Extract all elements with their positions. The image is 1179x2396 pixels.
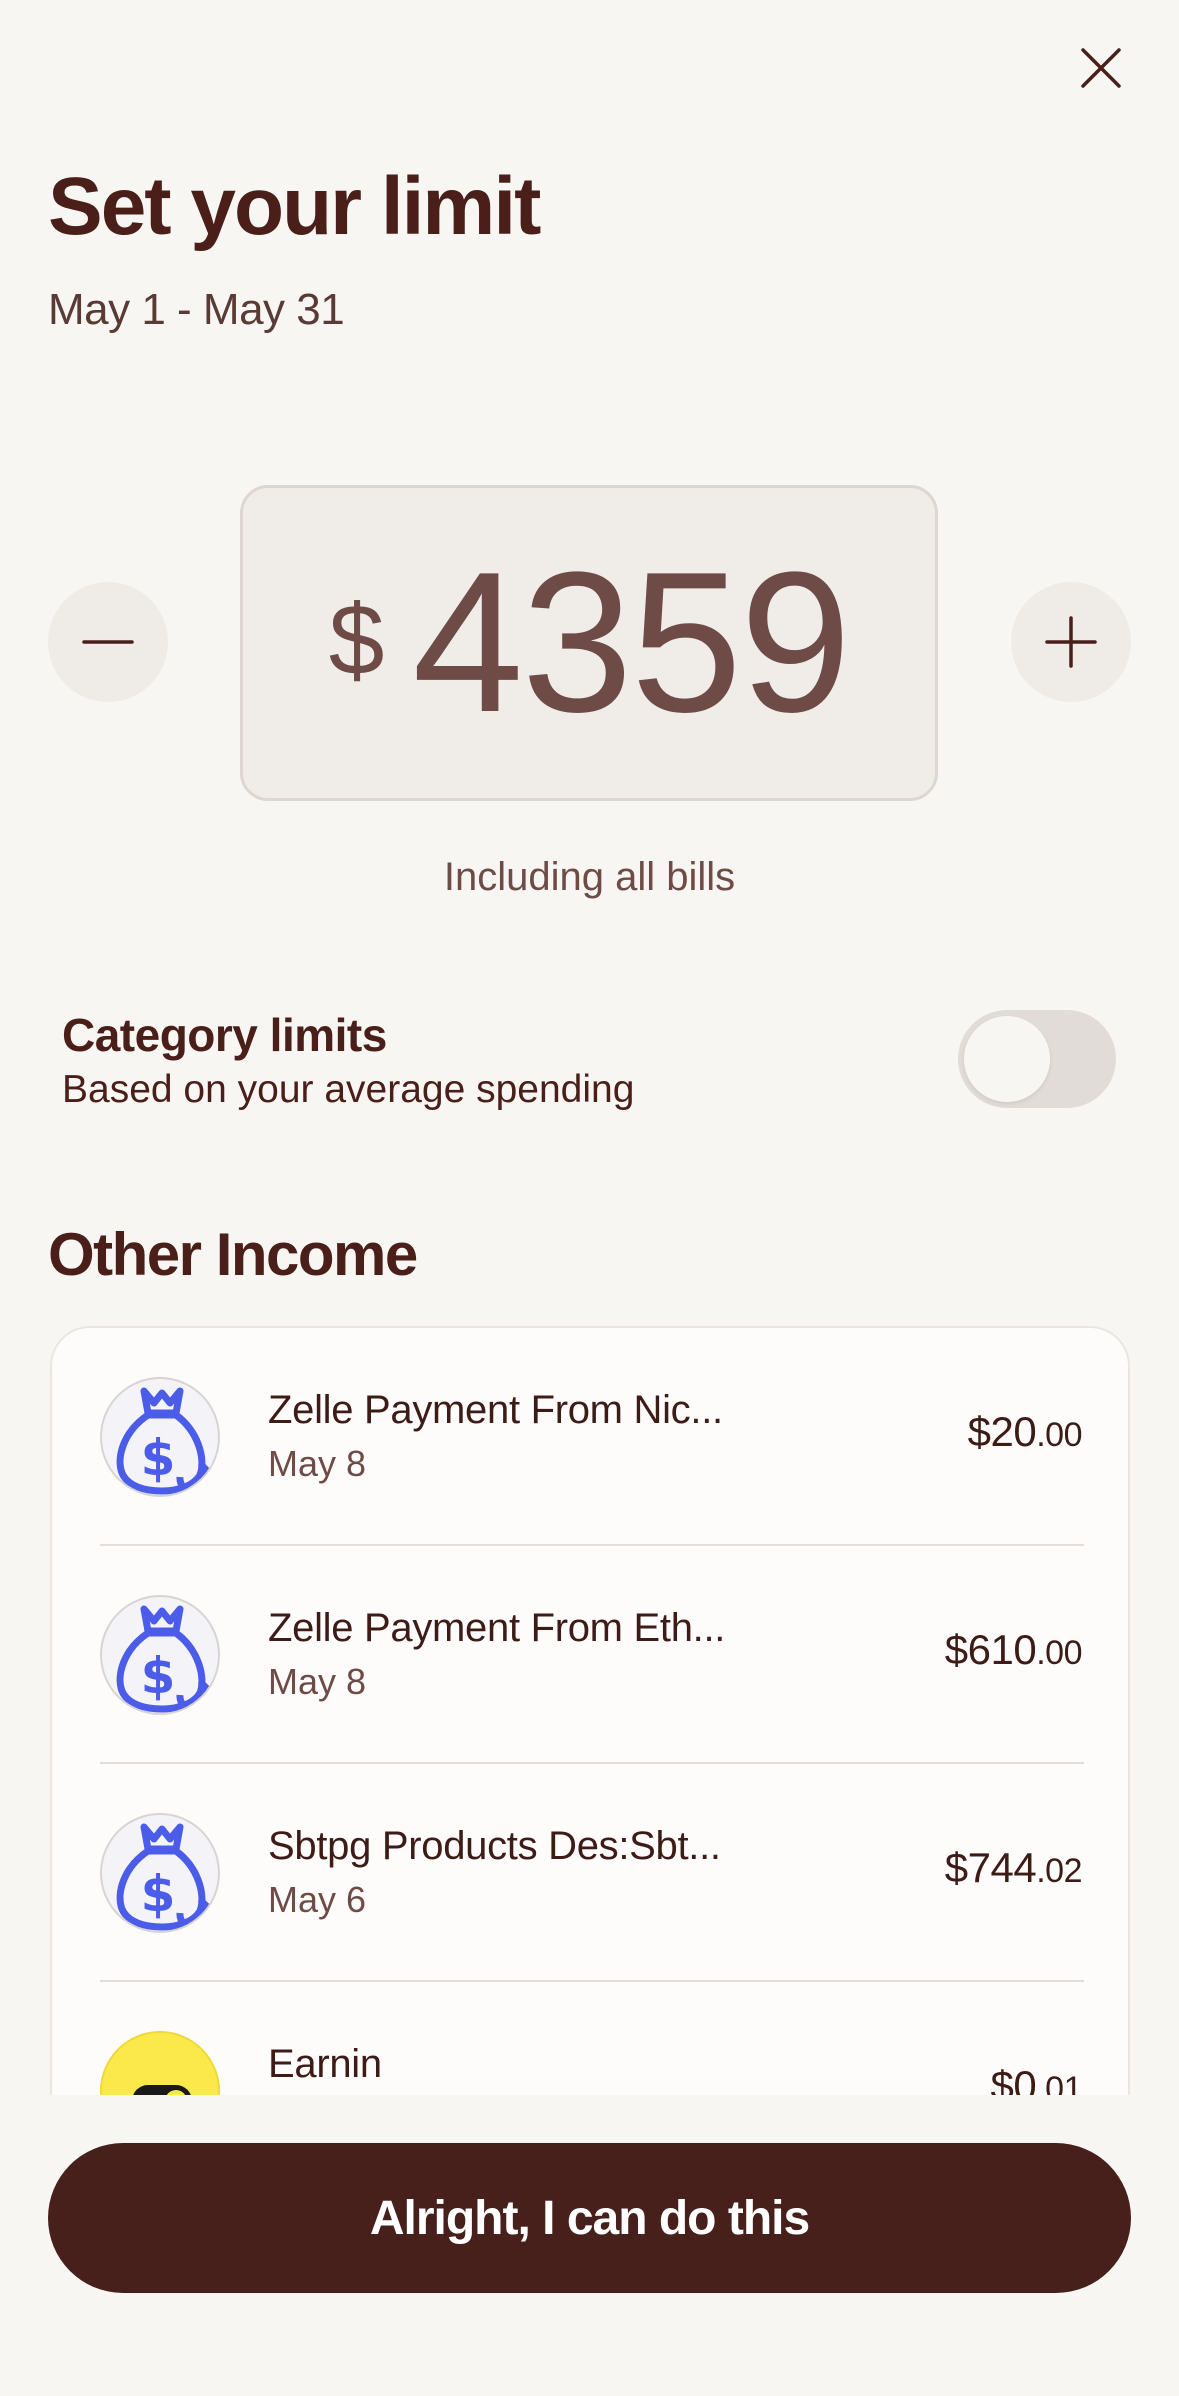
plus-icon [1045, 616, 1097, 668]
minus-icon [82, 640, 134, 644]
other-income-title: Other Income [48, 1221, 418, 1288]
money-bag-icon: $ [116, 1387, 213, 1495]
income-amount-dollars: $0 [990, 2062, 1037, 2096]
income-amount-cents: .00 [1036, 1416, 1082, 1454]
category-limits-toggle[interactable] [958, 1010, 1116, 1108]
income-name: Zelle Payment From Nic... [268, 1388, 723, 1432]
close-icon [1081, 48, 1121, 88]
income-amount: $20.00 [967, 1408, 1083, 1456]
income-amount-cents: .01 [1036, 2070, 1082, 2096]
svg-text:$: $ [141, 1429, 176, 1487]
income-amount: $744.02 [944, 1844, 1083, 1892]
close-button[interactable] [1073, 40, 1129, 96]
category-limits-title: Category limits [62, 1009, 387, 1061]
other-income-list: $ Zelle Payment From Nic... May 8 $20.00… [50, 1326, 1130, 2096]
income-date: May 8 [268, 1661, 367, 1702]
income-name: Earnin [268, 2042, 382, 2086]
income-row[interactable]: $ Zelle Payment From Eth... May 8 $610.0… [52, 1546, 1128, 1764]
money-bag-icon: $ [116, 1823, 213, 1931]
currency-symbol: $ [328, 583, 385, 696]
income-amount-dollars: $610 [944, 1626, 1037, 1673]
toggle-knob [964, 1016, 1050, 1102]
income-avatar: $ [100, 1377, 220, 1497]
income-name: Sbtpg Products Des:Sbt... [268, 1824, 721, 1868]
income-row[interactable]: $ Sbtpg Products Des:Sbt... May 6 $744.0… [52, 1764, 1128, 1982]
page-title: Set your limit [48, 161, 541, 252]
income-amount-dollars: $744 [944, 1844, 1037, 1891]
income-amount: $0.01 [990, 2062, 1083, 2096]
income-amount-dollars: $20 [967, 1408, 1037, 1455]
date-range: May 1 - May 31 [48, 285, 345, 334]
limit-amount-value: 4359 [412, 531, 851, 754]
income-row[interactable]: $ Zelle Payment From Nic... May 8 $20.00 [52, 1328, 1128, 1546]
set-limit-screen: Set your limit May 1 - May 31 $ 4359 Inc… [0, 0, 1179, 2396]
money-bag-icon: $ [116, 1605, 213, 1713]
category-limits-subtitle: Based on your average spending [62, 1068, 635, 1111]
confirm-limit-button[interactable]: Alright, I can do this [48, 2143, 1131, 2293]
income-avatar: $ [100, 1595, 220, 1715]
income-date: May 6 [268, 1879, 367, 1920]
income-date: May 8 [268, 1443, 367, 1484]
income-avatar [100, 2031, 220, 2096]
income-name: Zelle Payment From Eth... [268, 1606, 726, 1650]
increase-limit-button[interactable] [1011, 582, 1131, 702]
limit-amount-field[interactable]: $ 4359 [240, 485, 938, 801]
earnin-logo-icon [132, 2085, 192, 2096]
income-row[interactable]: Earnin $0.01 [52, 1982, 1128, 2096]
income-avatar: $ [100, 1813, 220, 1933]
svg-text:$: $ [141, 1647, 176, 1705]
income-amount: $610.00 [944, 1626, 1083, 1674]
svg-text:$: $ [141, 1865, 176, 1923]
limit-caption: Including all bills [443, 855, 736, 899]
income-amount-cents: .00 [1036, 1634, 1082, 1672]
decrease-limit-button[interactable] [48, 582, 168, 702]
income-amount-cents: .02 [1036, 1852, 1082, 1890]
